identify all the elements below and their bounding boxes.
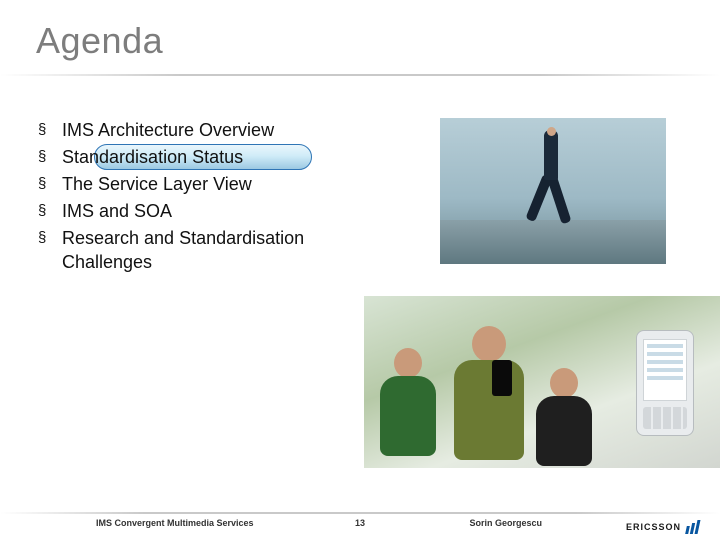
bullet-icon: § [36,145,62,169]
bullet-text: Standardisation Status [62,145,243,169]
footer-title: IMS Convergent Multimedia Services [96,518,254,528]
brand-logo: ERICSSON [626,520,700,534]
bullet-icon: § [36,226,62,250]
title-divider [0,74,720,76]
brand-name: ERICSSON [626,522,681,532]
list-item: § Standardisation Status [36,145,366,169]
list-item: § IMS Architecture Overview [36,118,366,142]
list-item: § IMS and SOA [36,199,366,223]
bullet-text: IMS Architecture Overview [62,118,274,142]
footer-author: Sorin Georgescu [469,518,542,528]
bullet-text: Research and Standardisation Challenges [62,226,366,274]
bullet-text: The Service Layer View [62,172,252,196]
phone-device-icon [636,330,694,436]
footer: IMS Convergent Multimedia Services 13 So… [0,518,720,532]
group-image [364,296,720,468]
bullet-text: IMS and SOA [62,199,172,223]
list-item: § Research and Standardisation Challenge… [36,226,366,274]
ericsson-bars-icon [686,520,700,534]
footer-divider [0,512,720,514]
bullet-icon: § [36,118,62,142]
hero-image [440,118,666,264]
page-number: 13 [355,518,365,528]
list-item: § The Service Layer View [36,172,366,196]
bullet-icon: § [36,172,62,196]
phone-held-icon [492,360,512,396]
bullet-list: § IMS Architecture Overview § Standardis… [36,118,366,277]
bullet-icon: § [36,199,62,223]
slide-title: Agenda [36,20,163,62]
